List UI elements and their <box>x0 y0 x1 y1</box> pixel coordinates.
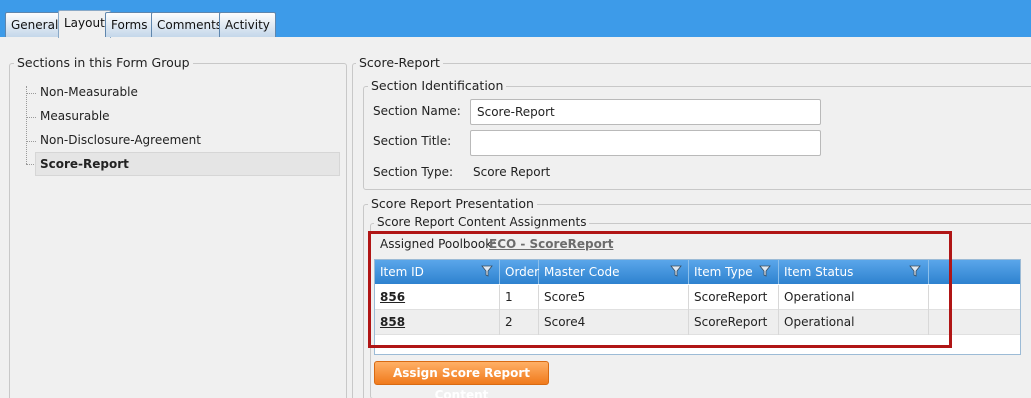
tab-bar: General Layout Forms Comments Activity <box>0 0 1031 38</box>
score-report-presentation-legend: Score Report Presentation <box>368 196 537 211</box>
section-type-label: Section Type: <box>373 165 454 179</box>
tab-forms[interactable]: Forms <box>105 12 154 37</box>
annotation-highlight-box <box>368 231 952 348</box>
tree-connector <box>26 86 27 164</box>
tab-activity[interactable]: Activity <box>219 12 276 37</box>
content-assignments-legend: Score Report Content Assignments <box>374 215 590 229</box>
section-title-label: Section Title: <box>373 134 452 148</box>
section-type-value: Score Report <box>473 165 551 179</box>
tab-general[interactable]: General <box>5 12 65 37</box>
tab-comments[interactable]: Comments <box>151 12 229 37</box>
section-name-field[interactable]: Score-Report <box>470 99 821 125</box>
tree-item-non-measurable[interactable]: Non-Measurable <box>40 85 138 99</box>
tab-layout[interactable]: Layout <box>58 10 111 38</box>
assign-score-report-content-button[interactable]: Assign Score Report Content <box>374 361 549 398</box>
tree-item-measurable[interactable]: Measurable <box>40 109 110 123</box>
tree-connector <box>26 117 36 118</box>
sections-legend: Sections in this Form Group <box>14 55 193 70</box>
section-name-label: Section Name: <box>373 104 461 118</box>
tree-item-non-disclosure-agreement[interactable]: Non-Disclosure-Agreement <box>40 133 201 147</box>
tree-connector <box>26 141 36 142</box>
section-identification-legend: Section Identification <box>368 78 507 93</box>
tree-connector <box>26 93 36 94</box>
tree-item-score-report[interactable]: Score-Report <box>40 157 129 171</box>
section-title-field[interactable] <box>470 130 821 156</box>
score-report-legend: Score-Report <box>356 55 443 70</box>
